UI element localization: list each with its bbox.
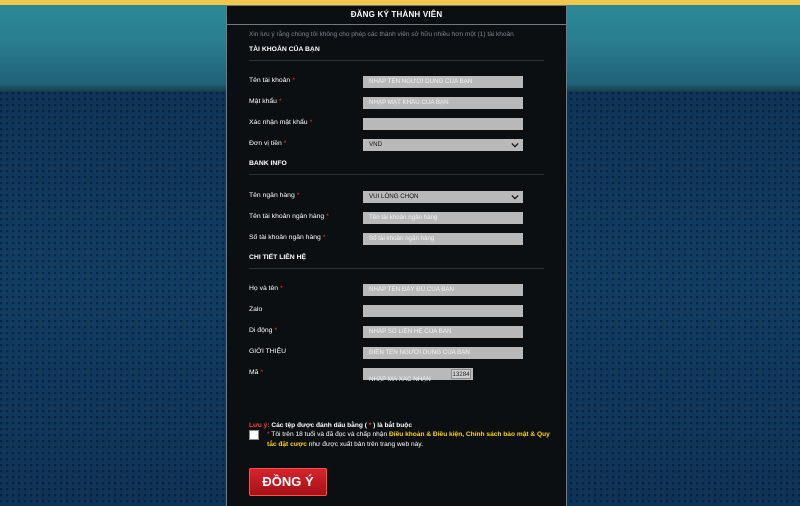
currency-label: Đơn vị tiền *: [249, 140, 287, 147]
section-bank-info: BANK INFO: [249, 160, 287, 167]
mobile-input[interactable]: [363, 326, 523, 338]
terms-text: * Tôi trên 18 tuổi và đã đọc và chấp nhậ…: [267, 430, 557, 450]
zalo-input[interactable]: [363, 305, 523, 317]
referral-label: GIỚI THIỆU: [249, 348, 287, 355]
username-label: Tên tài khoản *: [249, 77, 295, 84]
zalo-row: Zalo: [227, 302, 566, 323]
mobile-row: Di động *: [227, 323, 566, 344]
required-mark: *: [326, 213, 329, 220]
confirm-password-row: Xác nhận mật khẩu *: [227, 115, 566, 136]
username-input[interactable]: [363, 76, 523, 88]
confirm-password-label: Xác nhận mật khẩu *: [249, 119, 313, 126]
bank-name-select[interactable]: VUI LÒNG CHỌN: [363, 191, 523, 203]
section-contact-details: CHI TIẾT LIÊN HỆ: [249, 254, 307, 261]
required-mark: *: [292, 77, 295, 84]
bank-account-number-input[interactable]: [363, 233, 523, 245]
terms-agreement: * Tôi trên 18 tuổi và đã đọc và chấp nhậ…: [249, 430, 550, 454]
bank-account-number-row: Số tài khoản ngân hàng *: [227, 230, 566, 251]
single-account-notice: Xin lưu ý rằng chúng tôi không cho phép …: [249, 31, 514, 38]
submit-button[interactable]: ĐỒNG Ý: [249, 468, 327, 496]
required-mark: *: [296, 192, 300, 199]
note-suffix: ) là bắt buộc: [373, 422, 413, 429]
confirm-password-input[interactable]: [363, 118, 523, 130]
required-mark: *: [260, 369, 264, 376]
code-label: Mã *: [249, 369, 264, 376]
fullname-input[interactable]: [363, 284, 523, 296]
password-label: Mật khẩu *: [249, 98, 282, 105]
password-row: Mật khẩu *: [227, 94, 566, 115]
captcha-code: 13284: [451, 369, 471, 379]
agree-text-1: Tôi trên 18 tuổi và đã đọc và chấp nhận: [269, 431, 389, 438]
captcha-input[interactable]: [363, 374, 449, 386]
captcha-row: Mã* 13284: [227, 365, 566, 386]
username-row: Tên tài khoản *: [227, 73, 566, 94]
bank-account-name-label: Tên tài khoản ngân hàng *: [249, 213, 329, 220]
section-your-account: TÀI KHOẢN CỦA BẠN: [249, 46, 320, 53]
chevron-down-icon: [511, 194, 519, 200]
captcha-field: 13284: [363, 368, 473, 386]
required-mark: *: [280, 285, 283, 292]
bank-account-number-label: Số tài khoản ngân hàng *: [249, 234, 326, 241]
required-mark: *: [283, 140, 287, 147]
note-text: Các tệp được đánh dấu bằng (: [271, 422, 367, 429]
currency-value: VND: [369, 141, 383, 148]
zalo-label: Zalo: [249, 306, 263, 313]
currency-row: Đơn vị tiền * VND: [227, 136, 566, 157]
referral-input[interactable]: [363, 347, 523, 359]
bank-name-value: VUI LÒNG CHỌN: [369, 193, 419, 200]
terms-checkbox[interactable]: [249, 430, 259, 440]
required-mark: *: [309, 119, 313, 126]
bank-account-name-input[interactable]: [363, 212, 523, 224]
fullname-label: Họ và tên *: [249, 285, 283, 292]
registration-panel: ĐĂNG KÝ THÀNH VIÊN Xin lưu ý rằng chúng …: [226, 5, 567, 506]
chevron-down-icon: [511, 142, 519, 148]
bank-account-name-row: Tên tài khoản ngân hàng *: [227, 209, 566, 230]
fullname-row: Họ và tên *: [227, 281, 566, 302]
panel-title: ĐĂNG KÝ THÀNH VIÊN: [227, 6, 566, 25]
required-fields-note: Lưu ý: Các tệp được đánh dấu bằng ( * ) …: [249, 422, 412, 429]
required-mark: *: [322, 234, 326, 241]
bank-name-label: Tên ngân hàng *: [249, 192, 300, 199]
note-prefix: Lưu ý:: [249, 422, 270, 429]
agree-text-2: như được xuất bản trên trang web này.: [306, 441, 423, 448]
bank-name-row: Tên ngân hàng * VUI LÒNG CHỌN: [227, 188, 566, 209]
required-mark: *: [274, 327, 278, 334]
required-mark: *: [278, 98, 282, 105]
mobile-label: Di động *: [249, 327, 278, 334]
referral-row: GIỚI THIỆU: [227, 344, 566, 365]
currency-select[interactable]: VND: [363, 139, 523, 151]
password-input[interactable]: [363, 97, 523, 109]
